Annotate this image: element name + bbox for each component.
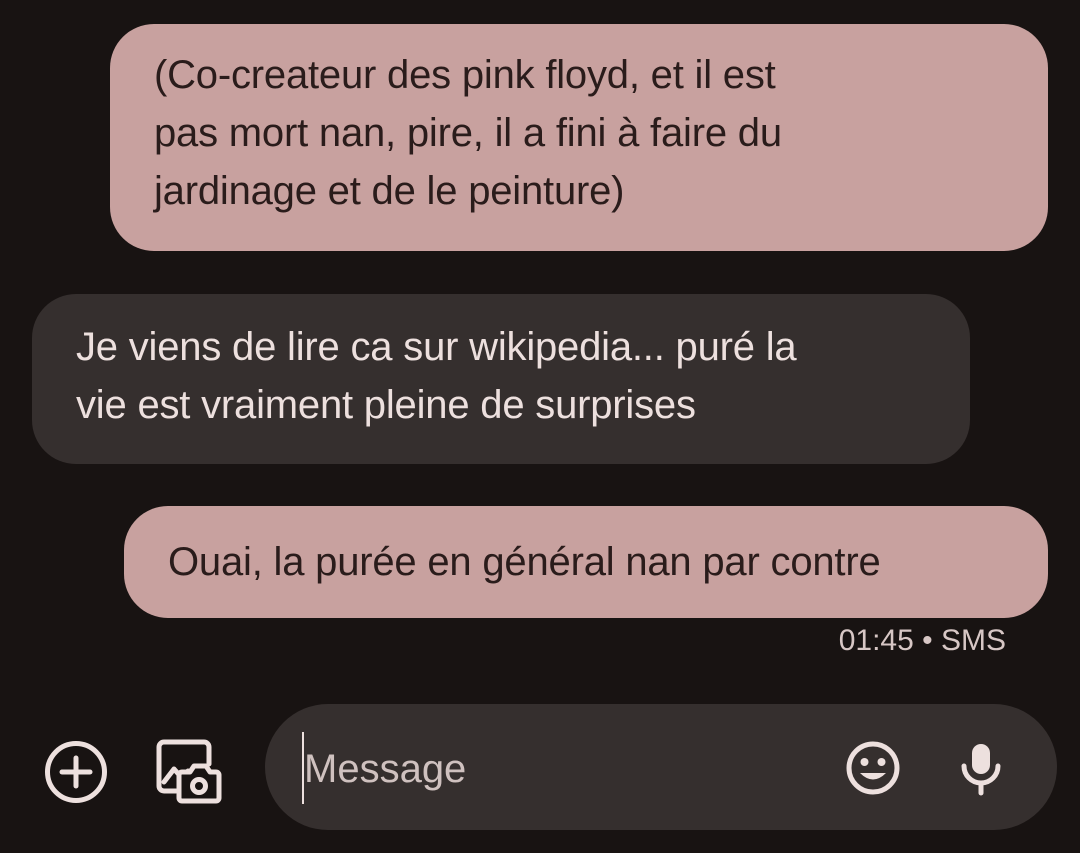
outgoing-message-bubble[interactable]: (Co-createur des pink floyd, et il est p… bbox=[110, 24, 1048, 251]
message-timestamp-status: 01:45 • SMS bbox=[839, 624, 1006, 658]
message-time: 01:45 bbox=[838, 624, 914, 657]
outgoing-message-bubble[interactable]: Ouai, la purée en général nan par contre bbox=[124, 506, 1048, 618]
message-input[interactable] bbox=[304, 742, 804, 796]
emoji-button[interactable] bbox=[840, 735, 906, 801]
add-circle-icon bbox=[45, 741, 107, 803]
incoming-message-bubble[interactable]: Je viens de lire ca sur wikipedia... pur… bbox=[32, 294, 970, 464]
gallery-camera-icon bbox=[156, 739, 222, 804]
conversation-screen: (Co-createur des pink floyd, et il est p… bbox=[0, 0, 1080, 853]
add-attachment-button[interactable] bbox=[40, 736, 112, 808]
gallery-camera-button[interactable] bbox=[150, 734, 224, 808]
voice-message-button[interactable] bbox=[948, 735, 1014, 801]
emoji-icon bbox=[846, 741, 900, 795]
microphone-icon bbox=[961, 744, 1001, 796]
meta-separator: • bbox=[922, 624, 933, 657]
message-channel: SMS bbox=[940, 624, 1006, 657]
